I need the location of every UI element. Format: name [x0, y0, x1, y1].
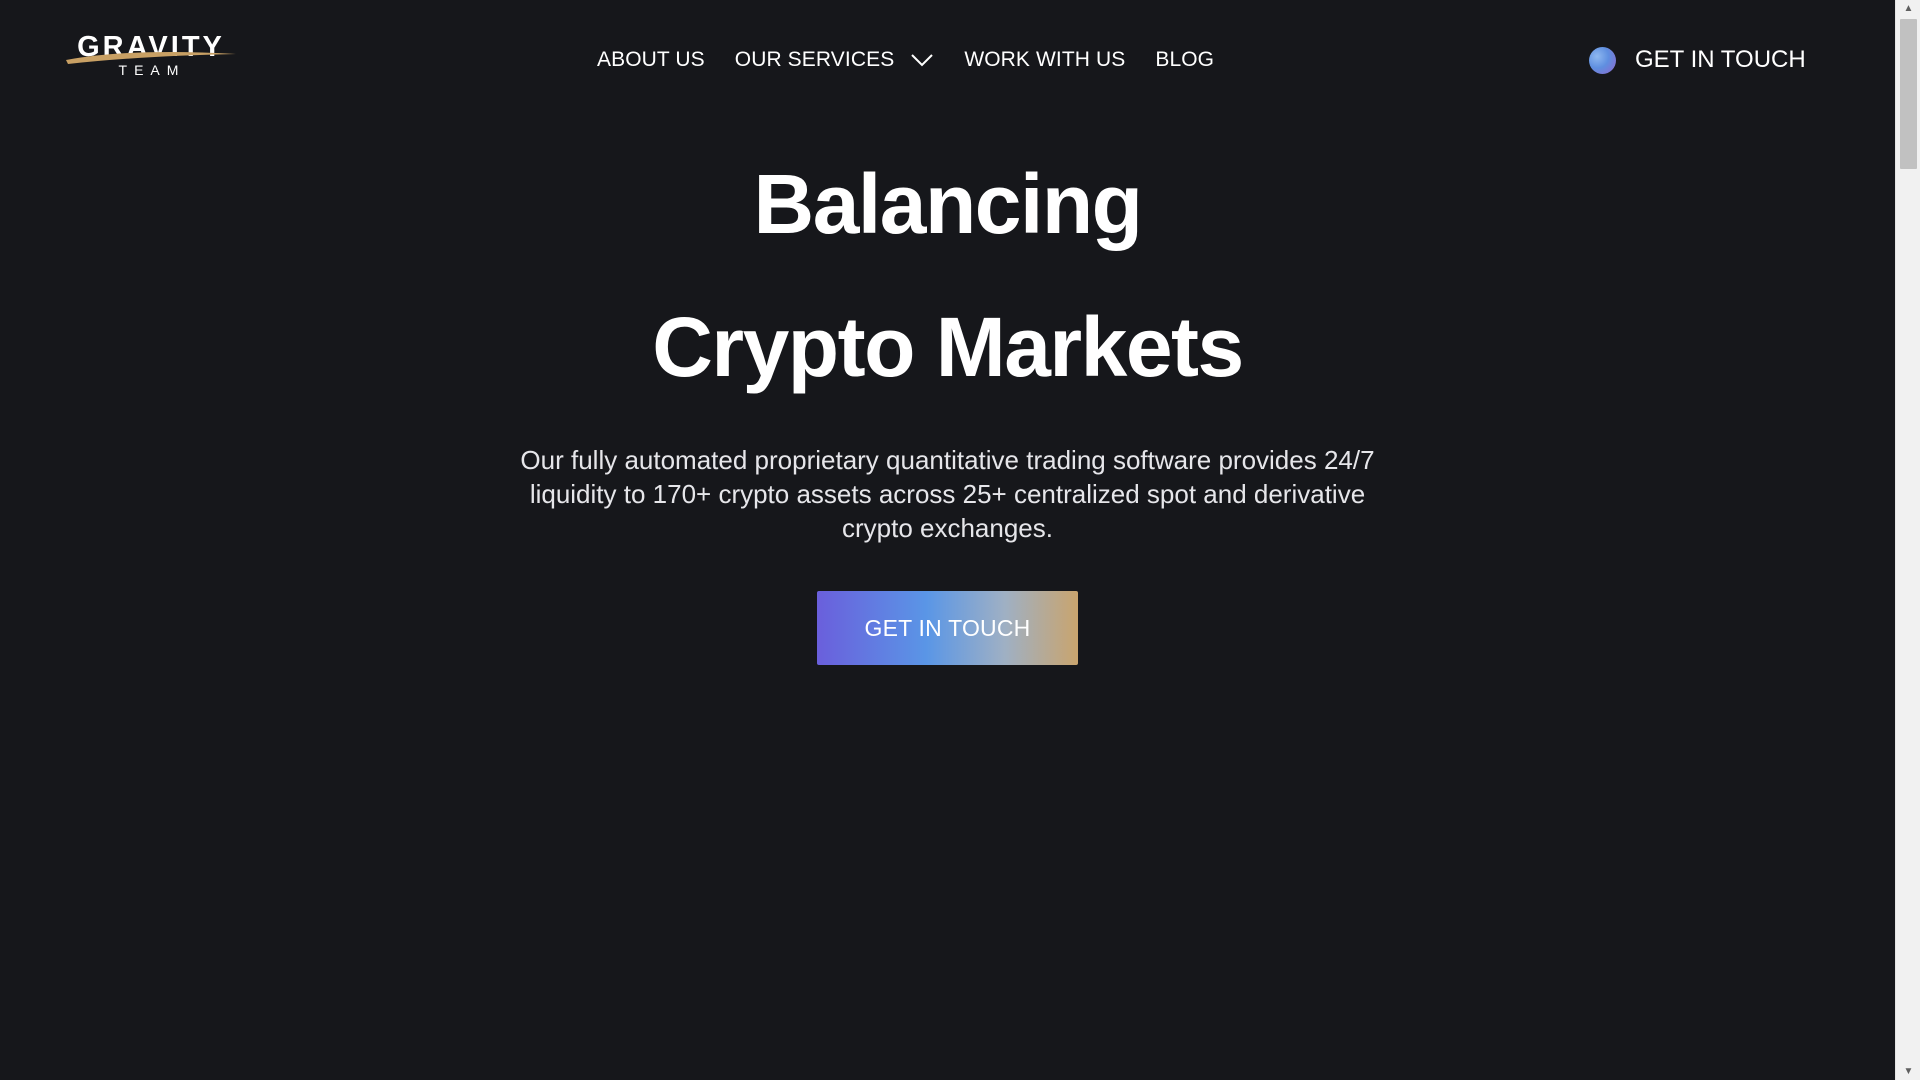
hero-get-in-touch-button[interactable]: GET IN TOUCH [817, 591, 1078, 665]
hero-title-line1: Balancing [753, 157, 1143, 251]
scrollbar-thumb[interactable] [1900, 19, 1917, 169]
scroll-down-arrow-icon[interactable]: ▼ [1896, 1063, 1920, 1080]
vertical-scrollbar[interactable]: ▲ ▼ [1895, 0, 1920, 1080]
hero-title-line2: Crypto Markets [652, 300, 1244, 394]
logo-graphic: GRAVITY TEAM [66, 31, 236, 78]
logo-subtitle: TEAM [119, 62, 186, 78]
header-get-in-touch[interactable]: GET IN TOUCH [1589, 44, 1806, 76]
nav-blog[interactable]: BLOG [1155, 48, 1214, 72]
gravity-team-logo[interactable]: GRAVITY TEAM [60, 30, 242, 80]
nav-our-services-label: OUR SERVICES [734, 48, 895, 71]
main-nav: ABOUT US OUR SERVICES WORK WITH US BLOG [597, 44, 1214, 76]
scroll-up-arrow-icon[interactable]: ▲ [1896, 0, 1920, 17]
header-cta-label: GET IN TOUCH [1635, 46, 1806, 73]
chevron-down-icon [911, 54, 934, 67]
hero-description: Our fully automated proprietary quantita… [520, 445, 1375, 543]
page-viewport: GRAVITY TEAM ABOUT US OUR SERVICES WORK … [0, 0, 1895, 1080]
nav-about-us[interactable]: ABOUT US [597, 48, 705, 72]
gradient-orb-icon [1589, 46, 1616, 74]
nav-our-services[interactable]: OUR SERVICES [735, 48, 935, 72]
nav-work-with-us[interactable]: WORK WITH US [964, 48, 1125, 72]
